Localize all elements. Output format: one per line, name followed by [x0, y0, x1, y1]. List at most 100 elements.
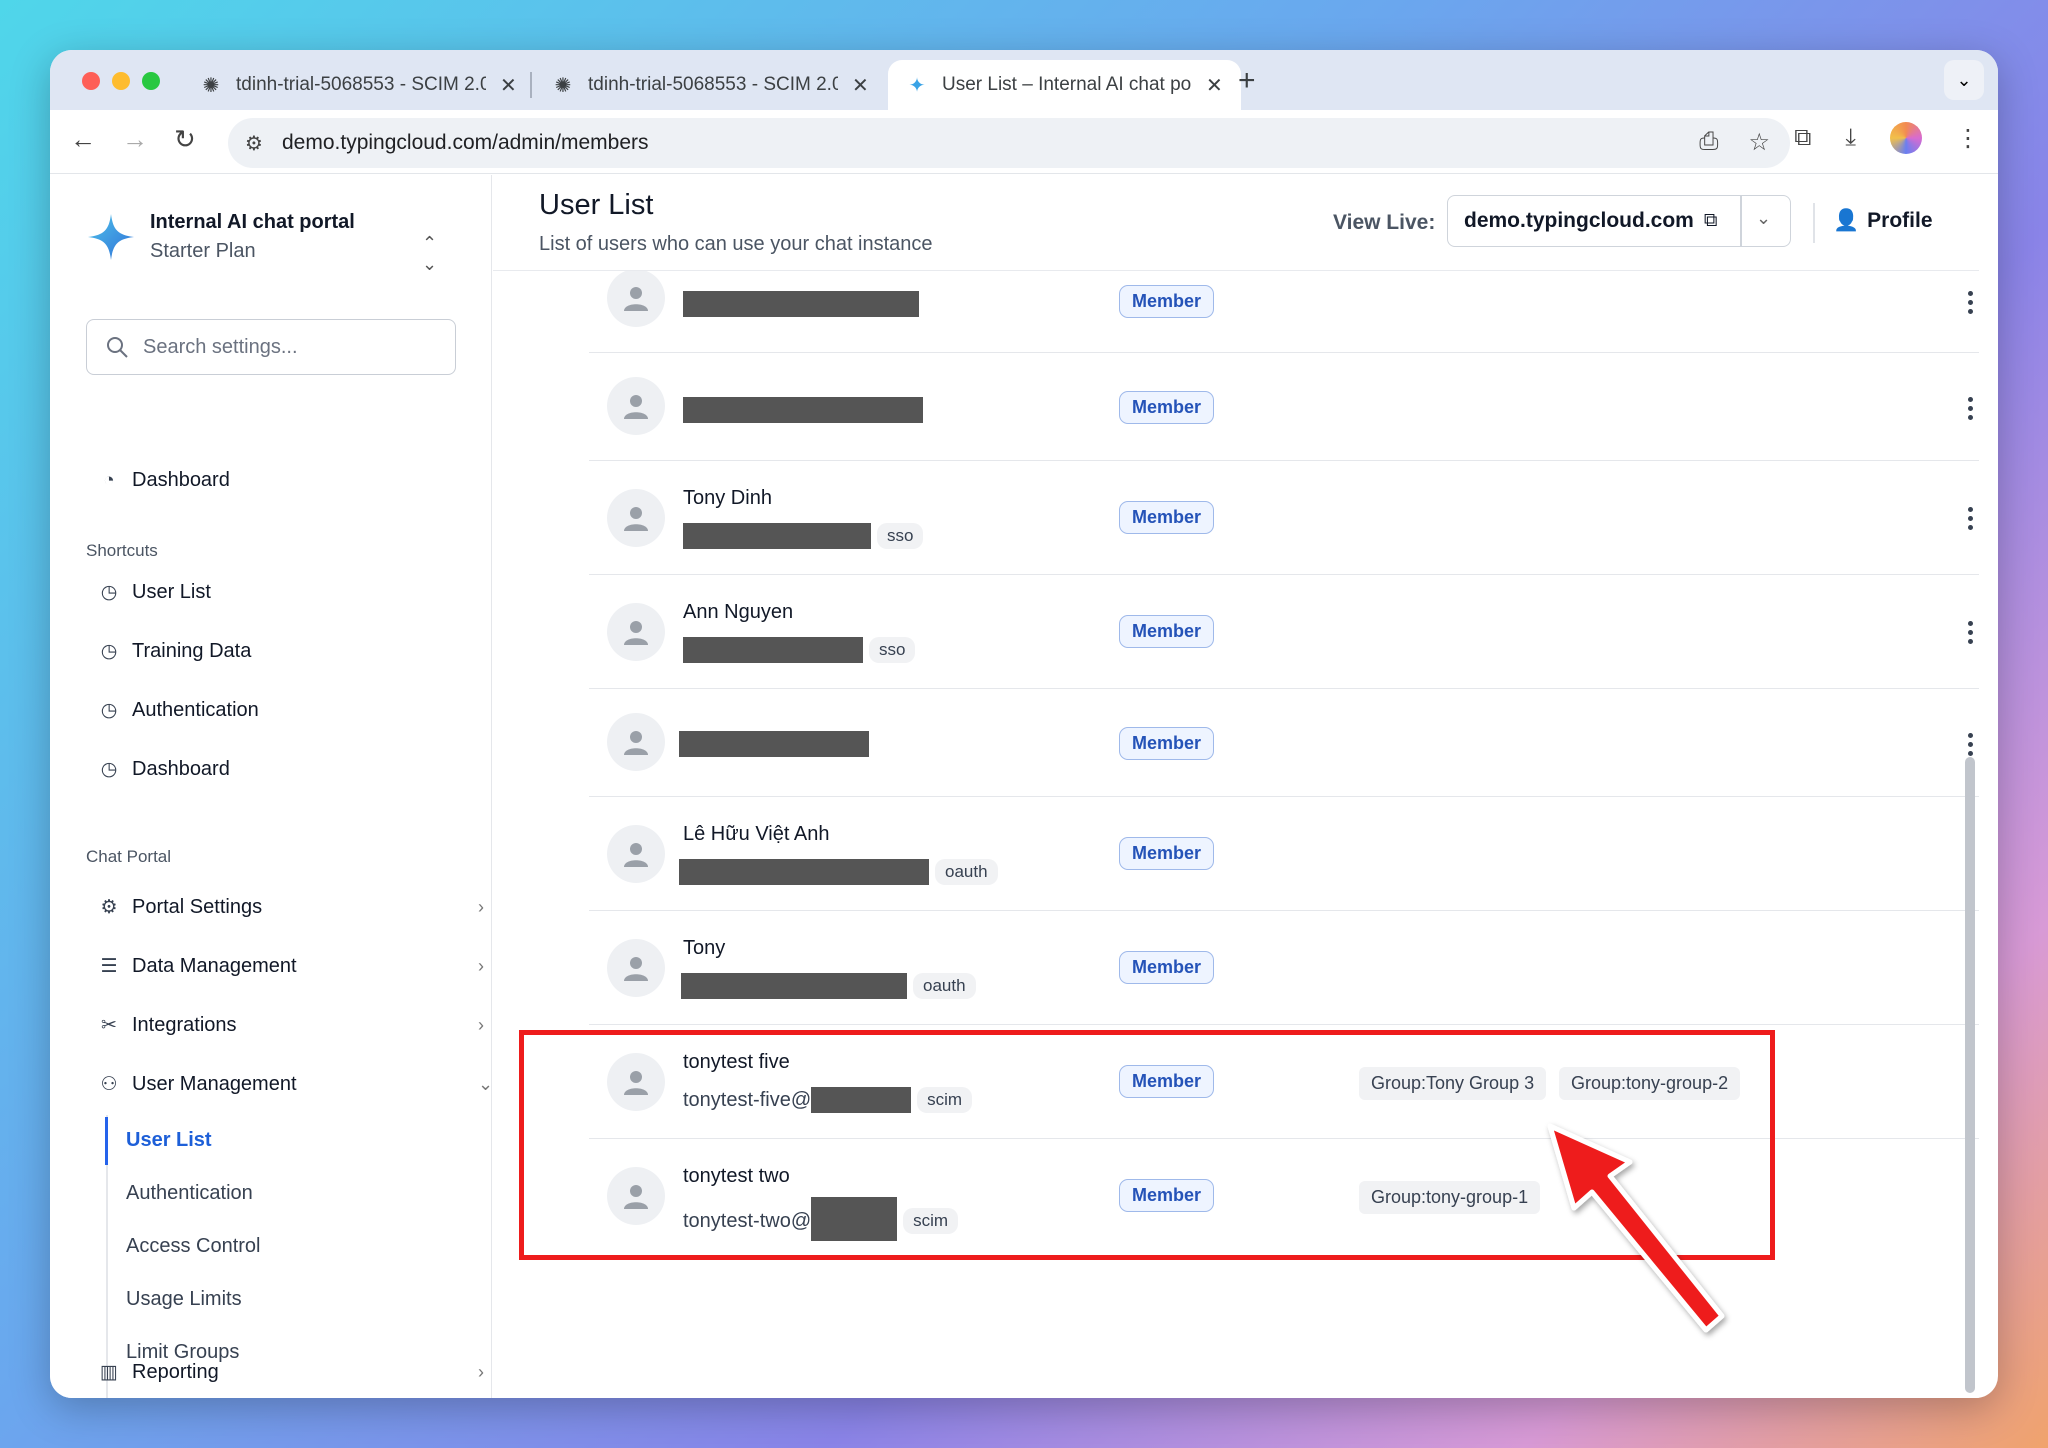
minimize-window-button[interactable]	[112, 72, 130, 90]
shortcut-label: Training Data	[132, 640, 252, 662]
new-tab-icon[interactable]: +	[1238, 64, 1256, 98]
user-icon: 👤	[1833, 209, 1860, 232]
row-menu-icon[interactable]	[1964, 397, 1976, 420]
redacted-block	[683, 291, 919, 317]
gear-favicon-icon: ✺	[202, 74, 220, 97]
sidebar-item-label: Reporting	[132, 1361, 219, 1383]
sidebar-item-label: Portal Settings	[132, 896, 263, 918]
shortcut-authentication[interactable]: ◷ Authentication	[98, 699, 259, 722]
bookmark-star-icon[interactable]: ☆	[1748, 128, 1770, 157]
role-badge: Member	[1119, 285, 1215, 318]
clock-icon: ◷	[100, 700, 118, 721]
annotation-arrow-icon	[1547, 1123, 1725, 1333]
user-avatar-icon	[624, 507, 648, 531]
auth-method-tag: sso	[869, 637, 916, 663]
page-title: User List	[539, 189, 654, 221]
chevron-up-down-icon[interactable]: ⌃ ⌄	[422, 233, 437, 275]
submenu-user-list[interactable]: User List	[126, 1129, 212, 1152]
back-arrow-icon[interactable]: ←	[70, 124, 96, 155]
clock-icon: ◷	[100, 641, 118, 662]
user-name: Tony Dinh	[683, 487, 772, 509]
user-name: Tony	[683, 937, 726, 959]
gear-favicon-icon: ✺	[554, 74, 572, 97]
sidebar-item-portal-settings[interactable]: ⚙ Portal Settings ›	[98, 896, 484, 919]
profile-avatar[interactable]	[1890, 122, 1922, 154]
browser-tab-1[interactable]: ✺ tdinh-trial-5068553 - SCIM 2.0 ✕	[182, 60, 535, 110]
user-email: sso	[683, 637, 916, 663]
role-badge: Member	[1119, 837, 1215, 870]
install-app-icon[interactable]: ⎙	[1699, 128, 1718, 157]
table-row: Member	[589, 689, 1979, 797]
user-avatar-icon	[624, 731, 648, 755]
row-menu-icon[interactable]	[1964, 291, 1976, 314]
reload-icon[interactable]: ↻	[174, 124, 196, 155]
close-window-button[interactable]	[82, 72, 100, 90]
submenu-access-control[interactable]: Access Control	[126, 1235, 261, 1258]
submenu-usage-limits[interactable]: Usage Limits	[126, 1288, 242, 1311]
site-settings-icon[interactable]: ⚙	[240, 131, 268, 156]
sidebar-item-reporting[interactable]: ▥ Reporting ›	[98, 1361, 484, 1384]
table-row: Ann Nguyen sso Member	[589, 575, 1979, 689]
window-controls	[82, 72, 160, 90]
submenu-authentication[interactable]: Authentication	[126, 1182, 253, 1205]
chevron-right-icon: ›	[478, 1362, 484, 1382]
user-avatar-icon	[624, 287, 648, 311]
row-menu-icon[interactable]	[1964, 507, 1976, 530]
table-row: Lê Hữu Việt Anh oauth Member	[589, 797, 1979, 911]
avatar	[607, 713, 665, 771]
auth-method-tag: oauth	[913, 973, 976, 999]
address-bar[interactable]: ⚙ demo.typingcloud.com/admin/members ⎙ ☆	[228, 118, 1790, 168]
view-live-selector[interactable]: demo.typingcloud.com ⧉ ⌄	[1447, 195, 1791, 247]
role-badge: Member	[1119, 501, 1215, 534]
close-icon[interactable]: ✕	[852, 73, 869, 98]
menu-kebab-icon[interactable]: ⋮	[1956, 124, 1980, 153]
sidebar: Internal AI chat portal Starter Plan ⌃ ⌄ …	[50, 175, 493, 1398]
chevron-down-icon[interactable]: ⌄	[1756, 208, 1771, 229]
sparkle-favicon-icon: ✦	[908, 74, 926, 97]
row-menu-icon[interactable]	[1964, 621, 1976, 644]
download-icon[interactable]: ⤓	[1845, 124, 1856, 152]
chevron-right-icon: ›	[478, 897, 484, 917]
sidebar-item-dashboard[interactable]: ◔ Dashboard	[98, 469, 230, 492]
sidebar-item-user-management[interactable]: ⚇ User Management ⌄	[98, 1073, 493, 1096]
browser-tab-2[interactable]: ✺ tdinh-trial-5068553 - SCIM 2.0 ✕	[534, 60, 887, 110]
sidebar-item-data-management[interactable]: ☰ Data Management ›	[98, 955, 484, 978]
sidebar-item-integrations[interactable]: ✂ Integrations ›	[98, 1014, 484, 1037]
view-live-url[interactable]: demo.typingcloud.com	[1464, 209, 1694, 233]
shortcut-dashboard[interactable]: ◷ Dashboard	[98, 758, 230, 781]
shortcut-label: User List	[132, 581, 211, 603]
close-icon[interactable]: ✕	[500, 73, 517, 98]
chevron-down-icon[interactable]: ⌄	[1944, 60, 1984, 100]
tab-title: tdinh-trial-5068553 - SCIM 2.0	[588, 74, 838, 95]
extensions-icon[interactable]: ⧉	[1794, 124, 1811, 152]
shortcut-user-list[interactable]: ◷ User List	[98, 581, 211, 604]
chevron-right-icon: ›	[478, 1015, 484, 1035]
redacted-block	[683, 637, 863, 663]
tab-divider	[530, 72, 532, 98]
scrollbar[interactable]	[1965, 757, 1975, 1393]
database-icon: ☰	[100, 956, 118, 977]
tab-title: User List – Internal AI chat portal	[942, 74, 1192, 95]
profile-button[interactable]: 👤 Profile	[1833, 209, 1933, 233]
chevron-right-icon: ›	[478, 956, 484, 976]
close-icon[interactable]: ✕	[1206, 73, 1223, 98]
external-link-icon[interactable]: ⧉	[1704, 210, 1718, 232]
shortcut-training-data[interactable]: ◷ Training Data	[98, 640, 252, 663]
search-settings-field[interactable]	[86, 319, 456, 375]
forward-arrow-icon[interactable]: →	[122, 124, 148, 155]
maximize-window-button[interactable]	[142, 72, 160, 90]
table-row: Member	[589, 353, 1979, 461]
tab-title: tdinh-trial-5068553 - SCIM 2.0	[236, 74, 486, 95]
users-icon: ⚇	[100, 1074, 118, 1095]
user-email	[683, 291, 919, 317]
divider	[1740, 196, 1742, 246]
search-input[interactable]	[143, 335, 433, 359]
redacted-block	[683, 397, 923, 423]
browser-tab-3-active[interactable]: ✦ User List – Internal AI chat portal ✕	[888, 60, 1241, 110]
brand[interactable]: Internal AI chat portal Starter Plan	[86, 211, 355, 263]
redacted-block	[683, 523, 871, 549]
row-menu-icon[interactable]	[1964, 733, 1976, 756]
section-label-chat-portal: Chat Portal	[86, 847, 172, 866]
sidebar-item-label: Dashboard	[132, 469, 230, 491]
clock-icon: ◷	[100, 759, 118, 780]
